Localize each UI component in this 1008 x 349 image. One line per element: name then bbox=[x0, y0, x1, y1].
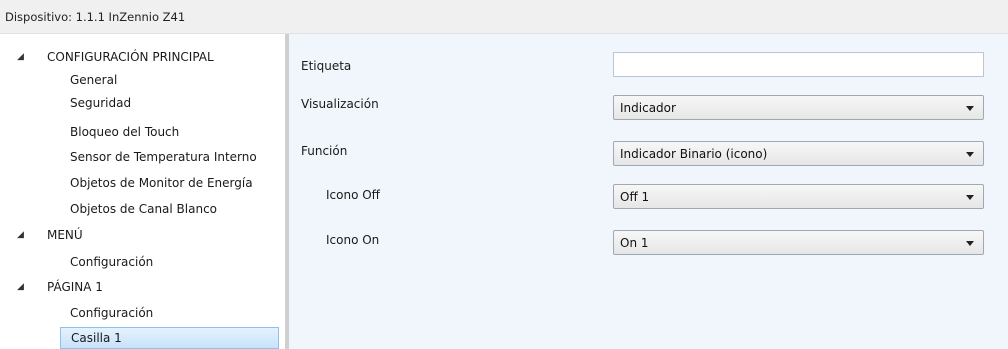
icono-off-value: Off 1 bbox=[620, 190, 650, 204]
etiqueta-label: Etiqueta bbox=[301, 59, 352, 73]
window-title: Dispositivo: 1.1.1 InZennio Z41 bbox=[5, 10, 186, 24]
parameter-panel: Etiqueta Visualización Indicador Función… bbox=[289, 34, 1008, 349]
icono-on-select[interactable]: On 1 bbox=[613, 230, 984, 255]
tree-item-monitor-energia[interactable]: Objetos de Monitor de Energía bbox=[60, 172, 263, 194]
dropdown-arrow-icon bbox=[966, 195, 974, 200]
tree-item-casilla-1[interactable]: Casilla 1 bbox=[60, 327, 279, 349]
collapse-triangle-icon[interactable]: ◢ bbox=[17, 276, 24, 298]
tree-group-pagina-1[interactable]: ◢ PÁGINA 1 bbox=[0, 276, 285, 298]
tree-item-general[interactable]: General bbox=[60, 69, 127, 91]
tree-item-bloqueo-touch[interactable]: Bloqueo del Touch bbox=[60, 121, 189, 143]
title-bar: Dispositivo: 1.1.1 InZennio Z41 bbox=[0, 0, 1008, 34]
funcion-value: Indicador Binario (icono) bbox=[620, 147, 768, 161]
tree-item-seguridad[interactable]: Seguridad bbox=[60, 92, 141, 114]
icono-off-select[interactable]: Off 1 bbox=[613, 184, 984, 209]
visualizacion-select[interactable]: Indicador bbox=[613, 95, 984, 120]
visualizacion-value: Indicador bbox=[620, 101, 676, 115]
tree-group-configuracion-principal[interactable]: ◢ CONFIGURACIÓN PRINCIPAL bbox=[0, 46, 285, 68]
icono-on-label: Icono On bbox=[326, 233, 380, 247]
tree-group-menu[interactable]: ◢ MENÚ bbox=[0, 224, 285, 246]
collapse-triangle-icon[interactable]: ◢ bbox=[17, 224, 24, 246]
tree-item-menu-configuracion[interactable]: Configuración bbox=[60, 251, 163, 273]
etiqueta-input[interactable] bbox=[613, 52, 984, 77]
tree-item-sensor-temperatura[interactable]: Sensor de Temperatura Interno bbox=[60, 146, 267, 168]
tree-item-canal-blanco[interactable]: Objetos de Canal Blanco bbox=[60, 198, 227, 220]
parameter-tree: ◢ CONFIGURACIÓN PRINCIPAL General Seguri… bbox=[0, 34, 285, 349]
tree-item-pagina-configuracion[interactable]: Configuración bbox=[60, 302, 163, 324]
funcion-select[interactable]: Indicador Binario (icono) bbox=[613, 141, 984, 166]
visualizacion-label: Visualización bbox=[301, 97, 379, 111]
dropdown-arrow-icon bbox=[966, 152, 974, 157]
dropdown-arrow-icon bbox=[966, 241, 974, 246]
icono-off-label: Icono Off bbox=[326, 188, 380, 202]
dropdown-arrow-icon bbox=[966, 106, 974, 111]
collapse-triangle-icon[interactable]: ◢ bbox=[17, 46, 24, 68]
funcion-label: Función bbox=[301, 144, 348, 158]
icono-on-value: On 1 bbox=[620, 236, 649, 250]
